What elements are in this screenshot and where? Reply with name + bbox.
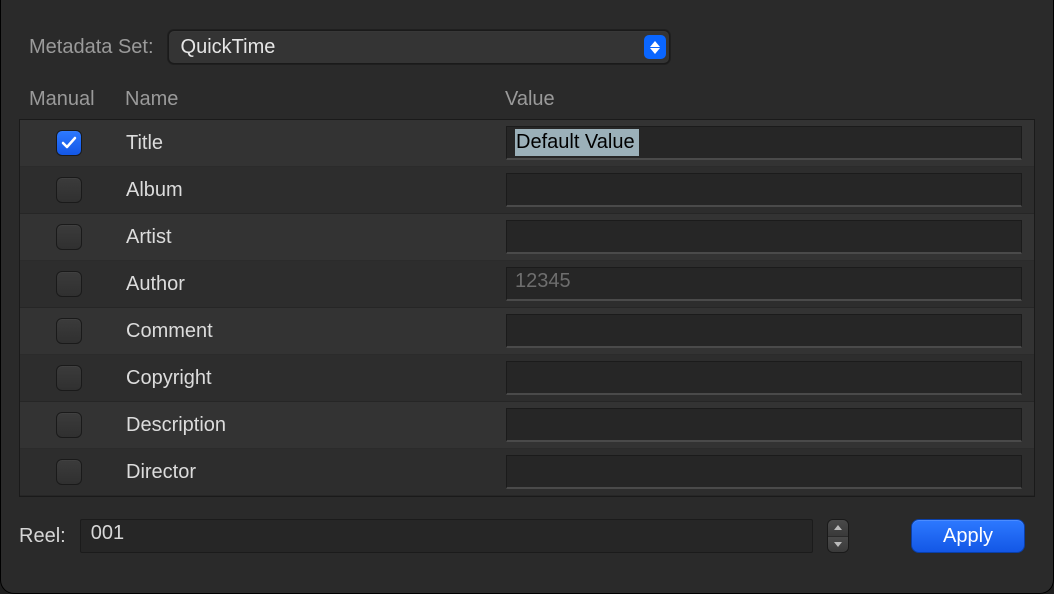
value-cell [506,361,1024,395]
header-name: Name [125,88,505,111]
manual-cell [30,271,126,297]
name-cell: Director [126,461,506,484]
table-body: TitleDefault ValueAlbumArtistAuthor12345… [19,119,1035,497]
table-row: TitleDefault Value [20,120,1034,167]
value-cell [506,220,1024,254]
value-input[interactable] [506,361,1022,395]
manual-checkbox[interactable] [56,459,82,485]
reel-input[interactable]: 001 [80,519,813,553]
value-cell [506,173,1024,207]
table-row: Artist [20,214,1034,261]
metadata-set-value: QuickTime [181,36,276,59]
stepper-up[interactable] [828,520,848,536]
metadata-set-label: Metadata Set: [29,36,154,59]
manual-cell [30,459,126,485]
updown-icon [644,35,666,59]
manual-cell [30,224,126,250]
name-cell: Comment [126,320,506,343]
manual-checkbox[interactable] [56,318,82,344]
value-cell: Default Value [506,126,1024,160]
table-row: Copyright [20,355,1034,402]
stepper-down[interactable] [828,536,848,553]
value-input[interactable]: 12345 [506,267,1022,301]
manual-cell [30,365,126,391]
name-cell: Copyright [126,367,506,390]
name-cell: Title [126,132,506,155]
header-value: Value [505,88,1025,111]
value-input[interactable] [506,455,1022,489]
manual-checkbox[interactable] [56,224,82,250]
manual-checkbox[interactable] [56,271,82,297]
manual-cell [30,412,126,438]
manual-checkbox[interactable] [56,177,82,203]
name-cell: Artist [126,226,506,249]
bottom-row: Reel: 001 Apply [1,497,1053,553]
manual-cell [30,130,126,156]
value-input[interactable] [506,408,1022,442]
table-row: Author12345 [20,261,1034,308]
value-input[interactable] [506,220,1022,254]
value-cell: 12345 [506,267,1024,301]
manual-cell [30,318,126,344]
manual-checkbox[interactable] [56,365,82,391]
manual-checkbox[interactable] [56,412,82,438]
table-row: Description [20,402,1034,449]
header-manual: Manual [29,88,125,111]
manual-checkbox[interactable] [56,130,82,156]
apply-button[interactable]: Apply [911,519,1025,553]
value-input[interactable]: Default Value [506,126,1022,160]
value-input[interactable] [506,314,1022,348]
manual-cell [30,177,126,203]
metadata-panel: Metadata Set: QuickTime Manual Name Valu… [0,0,1054,594]
table-header: Manual Name Value [19,82,1035,119]
name-cell: Author [126,273,506,296]
table-row: Comment [20,308,1034,355]
metadata-set-row: Metadata Set: QuickTime [1,0,1053,82]
table-row: Album [20,167,1034,214]
name-cell: Description [126,414,506,437]
name-cell: Album [126,179,506,202]
reel-label: Reel: [19,525,66,548]
reel-stepper[interactable] [827,519,849,553]
metadata-set-select[interactable]: QuickTime [168,30,670,64]
metadata-table: Manual Name Value TitleDefault ValueAlbu… [1,82,1053,497]
value-cell [506,455,1024,489]
value-input[interactable] [506,173,1022,207]
table-row: Director [20,449,1034,496]
value-cell [506,314,1024,348]
value-cell [506,408,1024,442]
